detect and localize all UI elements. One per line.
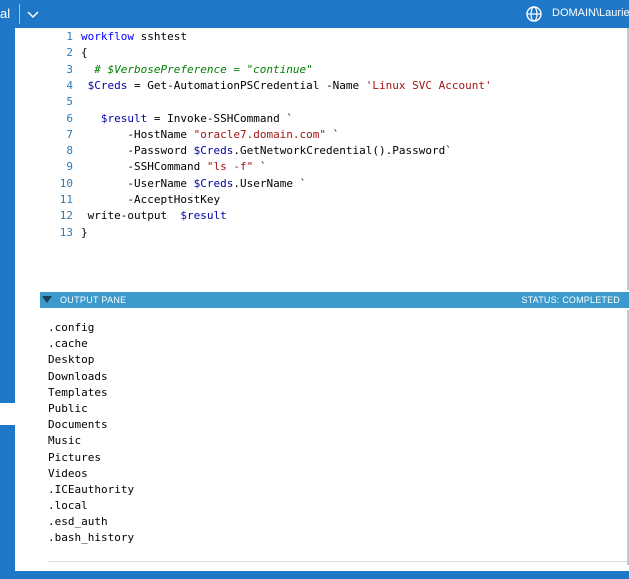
- code-text: }: [81, 225, 88, 239]
- line-number: 13: [59, 225, 73, 239]
- list-item: .config: [48, 321, 95, 334]
- list-item: Templates: [48, 385, 108, 399]
- line-number: 2: [66, 46, 73, 60]
- left-sidebar-strip-lower: [0, 425, 15, 571]
- line-number: 3: [66, 62, 73, 76]
- list-item: .bash_history: [48, 531, 135, 545]
- chevron-down-icon[interactable]: [24, 4, 42, 24]
- triangle-down-icon[interactable]: [42, 296, 52, 304]
- code-text: write-output $result: [81, 209, 227, 223]
- line-number: 9: [66, 160, 73, 174]
- list-item: .esd_auth: [48, 515, 108, 529]
- code-text: $Creds = Get-AutomationPSCredential -Nam…: [87, 78, 492, 92]
- list-item: .cache: [48, 337, 88, 351]
- list-item: Public: [48, 401, 88, 415]
- list-item: Videos: [48, 466, 88, 480]
- output-pane-header[interactable]: OUTPUT PANE STATUS: COMPLETED: [40, 292, 629, 308]
- line-number: 4: [66, 78, 73, 92]
- line-number: 5: [66, 95, 73, 109]
- line-number: 6: [66, 111, 73, 125]
- output-list: .config .cache Desktop Downloads Templates Pu…: [48, 320, 134, 547]
- list-item: .local: [48, 499, 88, 513]
- list-item: Documents: [48, 418, 108, 432]
- line-number: 11: [59, 193, 73, 206]
- code-text: workflow sshtest: [81, 30, 187, 43]
- list-item: Music: [48, 434, 82, 448]
- line-number: 12: [59, 209, 73, 223]
- code-text: -HostName "oracle7.domain.com" `: [81, 127, 340, 141]
- code-text: -AcceptHostKey: [81, 193, 221, 206]
- list-item: .ICEauthority: [48, 482, 135, 496]
- globe-icon[interactable]: [525, 5, 543, 23]
- line-number: 8: [66, 144, 73, 158]
- left-sidebar-gap: [0, 403, 15, 425]
- top-bar: al DOMAIN\Laurie: [0, 0, 629, 28]
- code-text: -UserName $Creds.UserName `: [81, 176, 307, 190]
- output-pane-title: OUTPUT PANE: [60, 295, 127, 305]
- topbar-divider: [19, 4, 20, 24]
- status-badge: STATUS: COMPLETED: [521, 295, 620, 305]
- code-editor[interactable]: 1 workflow sshtest 2 {3 # $VerbosePreferenc…: [40, 28, 629, 288]
- line-number: 10: [59, 176, 73, 190]
- output-divider: [48, 561, 627, 562]
- code-text: -SSHCommand "ls -f" `: [81, 160, 267, 174]
- left-sidebar-strip: [0, 28, 15, 403]
- code-text: $result = Invoke-SSHCommand `: [100, 111, 293, 125]
- user-account-label[interactable]: DOMAIN\Laurie: [552, 7, 629, 19]
- line-number: 7: [66, 127, 73, 141]
- line-number: 1: [66, 30, 73, 43]
- code-text: # $VerbosePreference = "continue": [81, 62, 313, 76]
- code-text: -Password $Creds.GetNetworkCredential().…: [81, 144, 452, 158]
- bottom-bar: [0, 571, 629, 579]
- list-item: Downloads: [48, 369, 108, 383]
- truncated-title: al: [0, 6, 11, 21]
- list-item: Desktop: [48, 353, 95, 367]
- list-item: Pictures: [48, 450, 101, 464]
- code-text: {: [81, 46, 88, 60]
